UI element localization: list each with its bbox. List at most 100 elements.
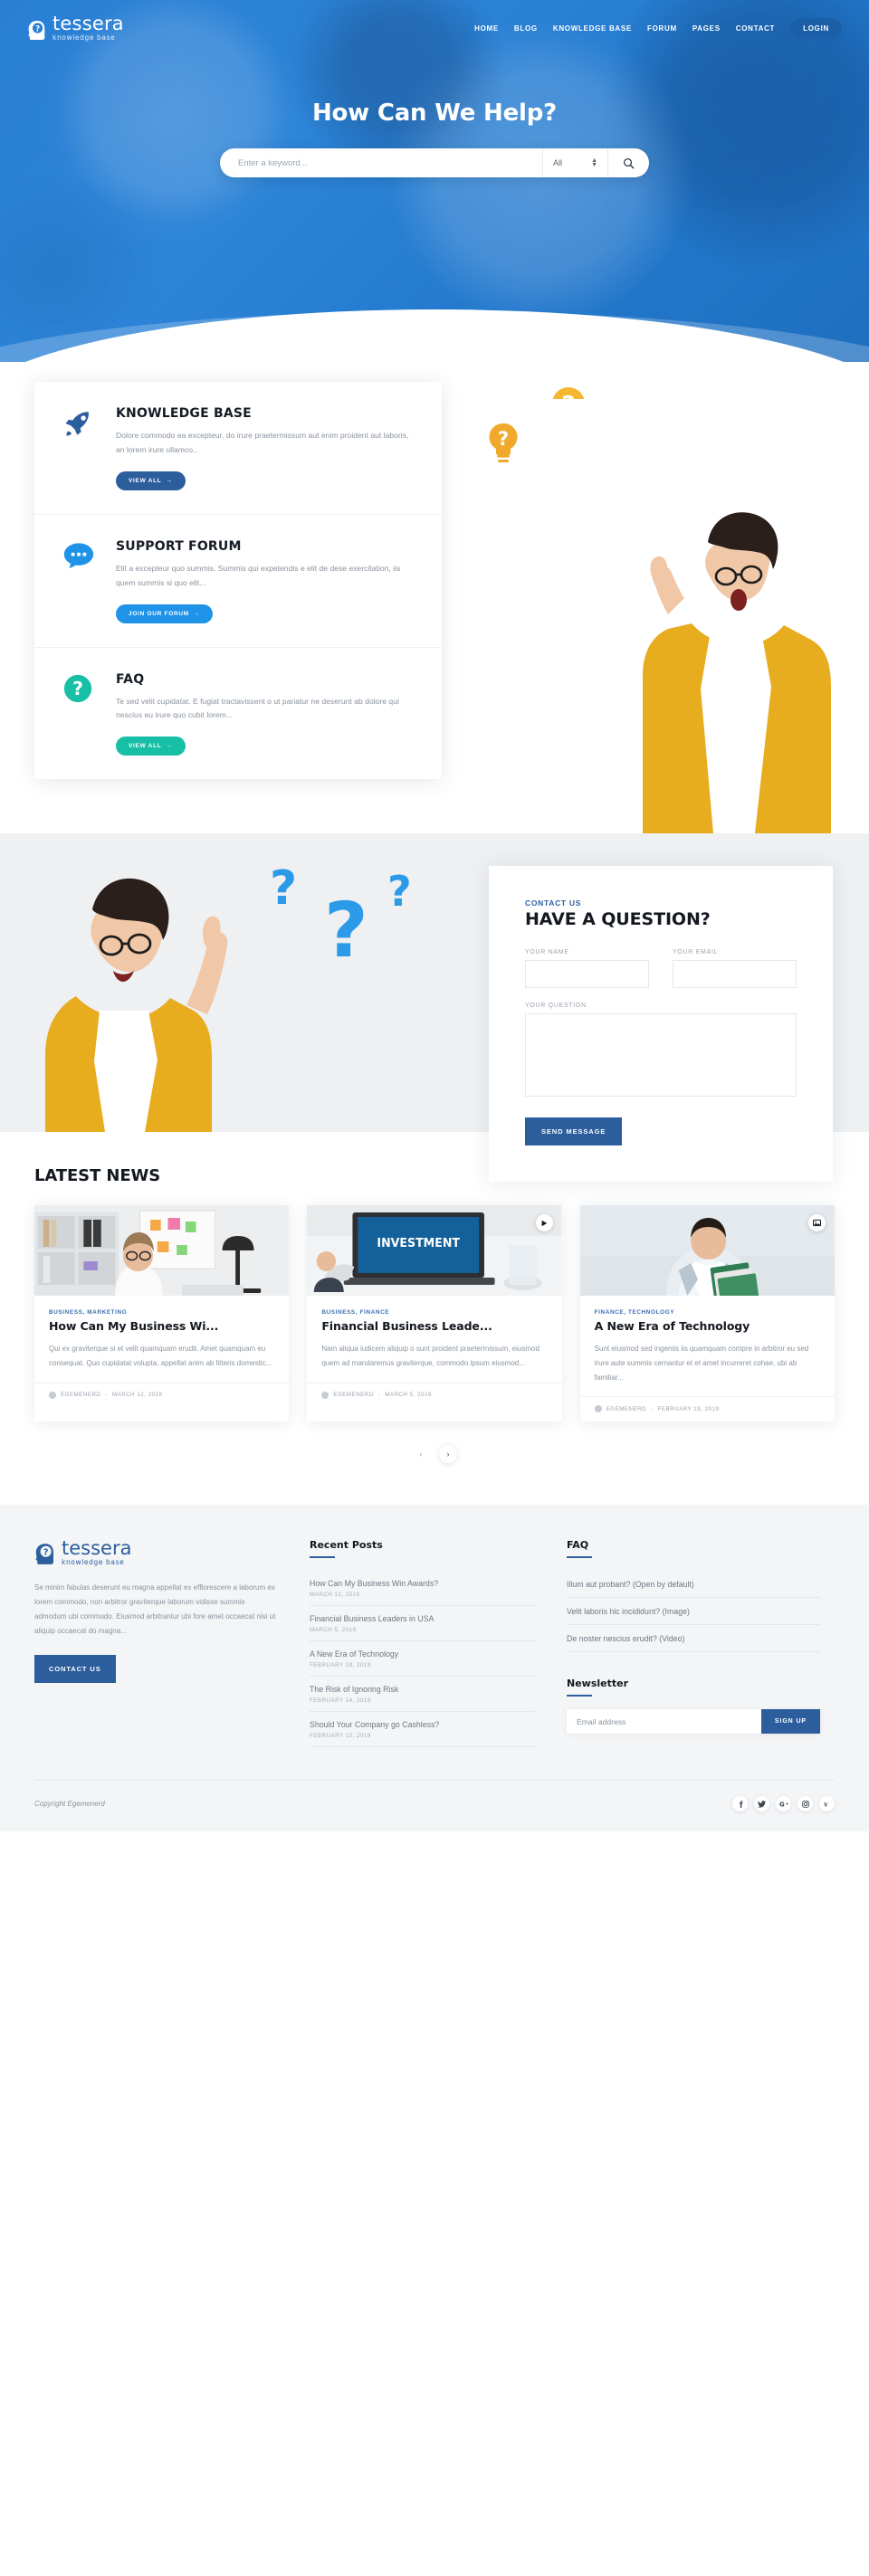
title-underline: [310, 1556, 335, 1559]
news-categories[interactable]: BUSINESS, FINANCE: [321, 1309, 547, 1316]
faq-accordion-item[interactable]: Illum aut probant? (Open by default): [567, 1571, 820, 1599]
image-icon: [812, 1220, 821, 1227]
nav-item-knowledge-base[interactable]: KNOWLEDGE BASE: [553, 24, 632, 33]
news-author[interactable]: EGEMENERD: [333, 1392, 373, 1398]
list-item[interactable]: The Risk of Ignoring Risk FEBRUARY 14, 2…: [310, 1677, 536, 1713]
avatar: [49, 1391, 56, 1399]
google-plus-icon[interactable]: G +: [776, 1796, 791, 1812]
news-categories[interactable]: BUSINESS, MARKETING: [49, 1309, 274, 1316]
faq-accordion-item[interactable]: Velit laboris hic incididunt? (Image): [567, 1598, 820, 1626]
service-card-support-forum[interactable]: SUPPORT FORUM Elit a excepteur quo summi…: [34, 515, 442, 648]
search-category-value: All: [553, 158, 563, 167]
news-grid: BUSINESS, MARKETING How Can My Business …: [34, 1205, 835, 1422]
arrow-right-icon: →: [166, 477, 173, 484]
pagination-next-button[interactable]: ›: [439, 1445, 457, 1464]
faq-accordion-item[interactable]: De noster nescius erudit? (Video): [567, 1625, 820, 1653]
news-card[interactable]: BUSINESS, MARKETING How Can My Business …: [34, 1205, 290, 1422]
news-author[interactable]: EGEMENERD: [606, 1406, 646, 1412]
join-our-forum-button[interactable]: JOIN OUR FORUM →: [116, 604, 214, 623]
twitter-icon[interactable]: [754, 1796, 769, 1812]
newsletter-form: SIGN UP: [567, 1709, 820, 1735]
list-item[interactable]: Financial Business Leaders in USA MARCH …: [310, 1606, 536, 1642]
list-item[interactable]: A New Era of Technology FEBRUARY 19, 201…: [310, 1641, 536, 1678]
nav-item-contact[interactable]: CONTACT: [736, 24, 775, 33]
search-category-select[interactable]: All ▲ ▼: [542, 148, 607, 177]
play-icon: [541, 1220, 548, 1227]
service-card-description: Elit a excepteur quo summis. Summis qui …: [116, 563, 401, 587]
send-message-button[interactable]: SEND MESSAGE: [525, 1117, 623, 1146]
copyright-text: Copyright Egemenerd: [34, 1800, 105, 1809]
news-excerpt: Nam aliqua iudicem aliquip o sunt proide…: [321, 1345, 540, 1367]
service-card-faq[interactable]: ? FAQ Te sed velit cupidatat. E fugiat t…: [34, 648, 442, 780]
service-card-description: Te sed velit cupidatat. E fugiat tractav…: [116, 696, 399, 720]
faq-view-all-button[interactable]: VIEW ALL →: [116, 737, 186, 756]
contact-field-row: YOUR NAME YOUR EMAIL: [525, 949, 797, 989]
search-icon: [623, 157, 635, 168]
meta-separator: -: [377, 1392, 381, 1399]
newsletter-widget: Newsletter SIGN UP: [567, 1678, 820, 1735]
name-input[interactable]: [525, 960, 649, 989]
name-label: YOUR NAME: [525, 949, 569, 956]
recent-post-date: MARCH 5, 2019: [310, 1627, 357, 1634]
nav-item-pages[interactable]: PAGES: [692, 24, 721, 33]
service-card-title: FAQ: [116, 671, 145, 687]
vimeo-icon[interactable]: v: [819, 1796, 835, 1812]
svg-text:?: ?: [270, 861, 297, 916]
service-card-knowledge-base[interactable]: KNOWLEDGE BASE Dolore commodo ea excepte…: [34, 382, 442, 515]
footer-logo[interactable]: ? tessera knowledge base: [34, 1539, 279, 1566]
list-item[interactable]: How Can My Business Win Awards? MARCH 12…: [310, 1571, 536, 1607]
hero-section: ? tessera knowledge base HOME BLOG KNOWL…: [0, 0, 869, 362]
recent-post-link[interactable]: Should Your Company go Cashless?: [310, 1720, 536, 1729]
contact-eyebrow: CONTACT US: [525, 898, 582, 908]
news-title[interactable]: A New Era of Technology: [595, 1319, 820, 1333]
news-card[interactable]: INVESTMENT BUSINESS, FINANCE Financial B…: [307, 1205, 562, 1422]
news-thumbnail[interactable]: [34, 1205, 290, 1297]
instagram-icon[interactable]: [797, 1796, 813, 1812]
news-thumbnail[interactable]: [579, 1205, 835, 1307]
knowledge-base-view-all-button[interactable]: VIEW ALL →: [116, 471, 186, 490]
footer-about-column: ? tessera knowledge base Se minim fabula…: [34, 1539, 279, 1747]
question-textarea[interactable]: [525, 1013, 797, 1098]
svg-text:?: ?: [72, 678, 83, 699]
site-logo[interactable]: ? tessera knowledge base: [27, 14, 124, 42]
recent-post-link[interactable]: How Can My Business Win Awards?: [310, 1579, 536, 1588]
news-title[interactable]: How Can My Business Wi...: [49, 1319, 274, 1333]
recent-post-link[interactable]: The Risk of Ignoring Risk: [310, 1685, 536, 1694]
recent-post-link[interactable]: Financial Business Leaders in USA: [310, 1614, 536, 1623]
list-item[interactable]: Should Your Company go Cashless? FEBRUAR…: [310, 1712, 536, 1748]
site-footer: ? tessera knowledge base Se minim fabula…: [0, 1505, 869, 1832]
meta-separator: -: [651, 1405, 654, 1412]
head-question-logo-icon: ?: [28, 20, 45, 40]
svg-text:v: v: [823, 1801, 828, 1808]
newsletter-signup-button[interactable]: SIGN UP: [760, 1709, 820, 1735]
news-title[interactable]: Financial Business Leade...: [321, 1319, 547, 1333]
newsletter-title: Newsletter: [567, 1678, 629, 1690]
search-submit-button[interactable]: [607, 148, 649, 177]
email-input[interactable]: [673, 960, 797, 989]
footer-contact-us-button[interactable]: CONTACT US: [34, 1655, 116, 1684]
chevron-updown-icon: ▲ ▼: [591, 157, 597, 168]
nav-item-home[interactable]: HOME: [474, 24, 499, 33]
news-date: MARCH 12, 2019: [111, 1392, 163, 1399]
service-card-description: Dolore commodo ea excepteur, do irure pr…: [116, 431, 409, 454]
button-label: JOIN OUR FORUM: [129, 610, 189, 617]
nav-item-blog[interactable]: BLOG: [514, 24, 538, 33]
facebook-icon[interactable]: [732, 1796, 748, 1812]
news-card[interactable]: FINANCE, TECHNOLOGY A New Era of Technol…: [579, 1205, 835, 1422]
news-author[interactable]: EGEMENERD: [61, 1392, 100, 1398]
newsletter-email-input[interactable]: [567, 1709, 761, 1735]
pagination-prev-button[interactable]: ‹: [412, 1445, 430, 1463]
footer-faq-column: FAQ Illum aut probant? (Open by default)…: [567, 1539, 820, 1747]
nav-item-forum[interactable]: FORUM: [647, 24, 677, 33]
recent-post-link[interactable]: A New Era of Technology: [310, 1649, 536, 1659]
search-input[interactable]: [220, 148, 542, 177]
recent-post-date: FEBRUARY 19, 2019: [310, 1662, 371, 1669]
svg-text:?: ?: [43, 1548, 48, 1558]
login-button[interactable]: LOGIN: [790, 17, 842, 39]
hero-title: How Can We Help?: [311, 100, 558, 127]
news-thumbnail[interactable]: INVESTMENT: [307, 1205, 562, 1297]
play-badge[interactable]: [535, 1214, 553, 1232]
news-categories[interactable]: FINANCE, TECHNOLOGY: [595, 1309, 820, 1316]
news-date: FEBRUARY 19, 2019: [657, 1405, 720, 1412]
news-date: MARCH 5, 2019: [385, 1392, 432, 1399]
